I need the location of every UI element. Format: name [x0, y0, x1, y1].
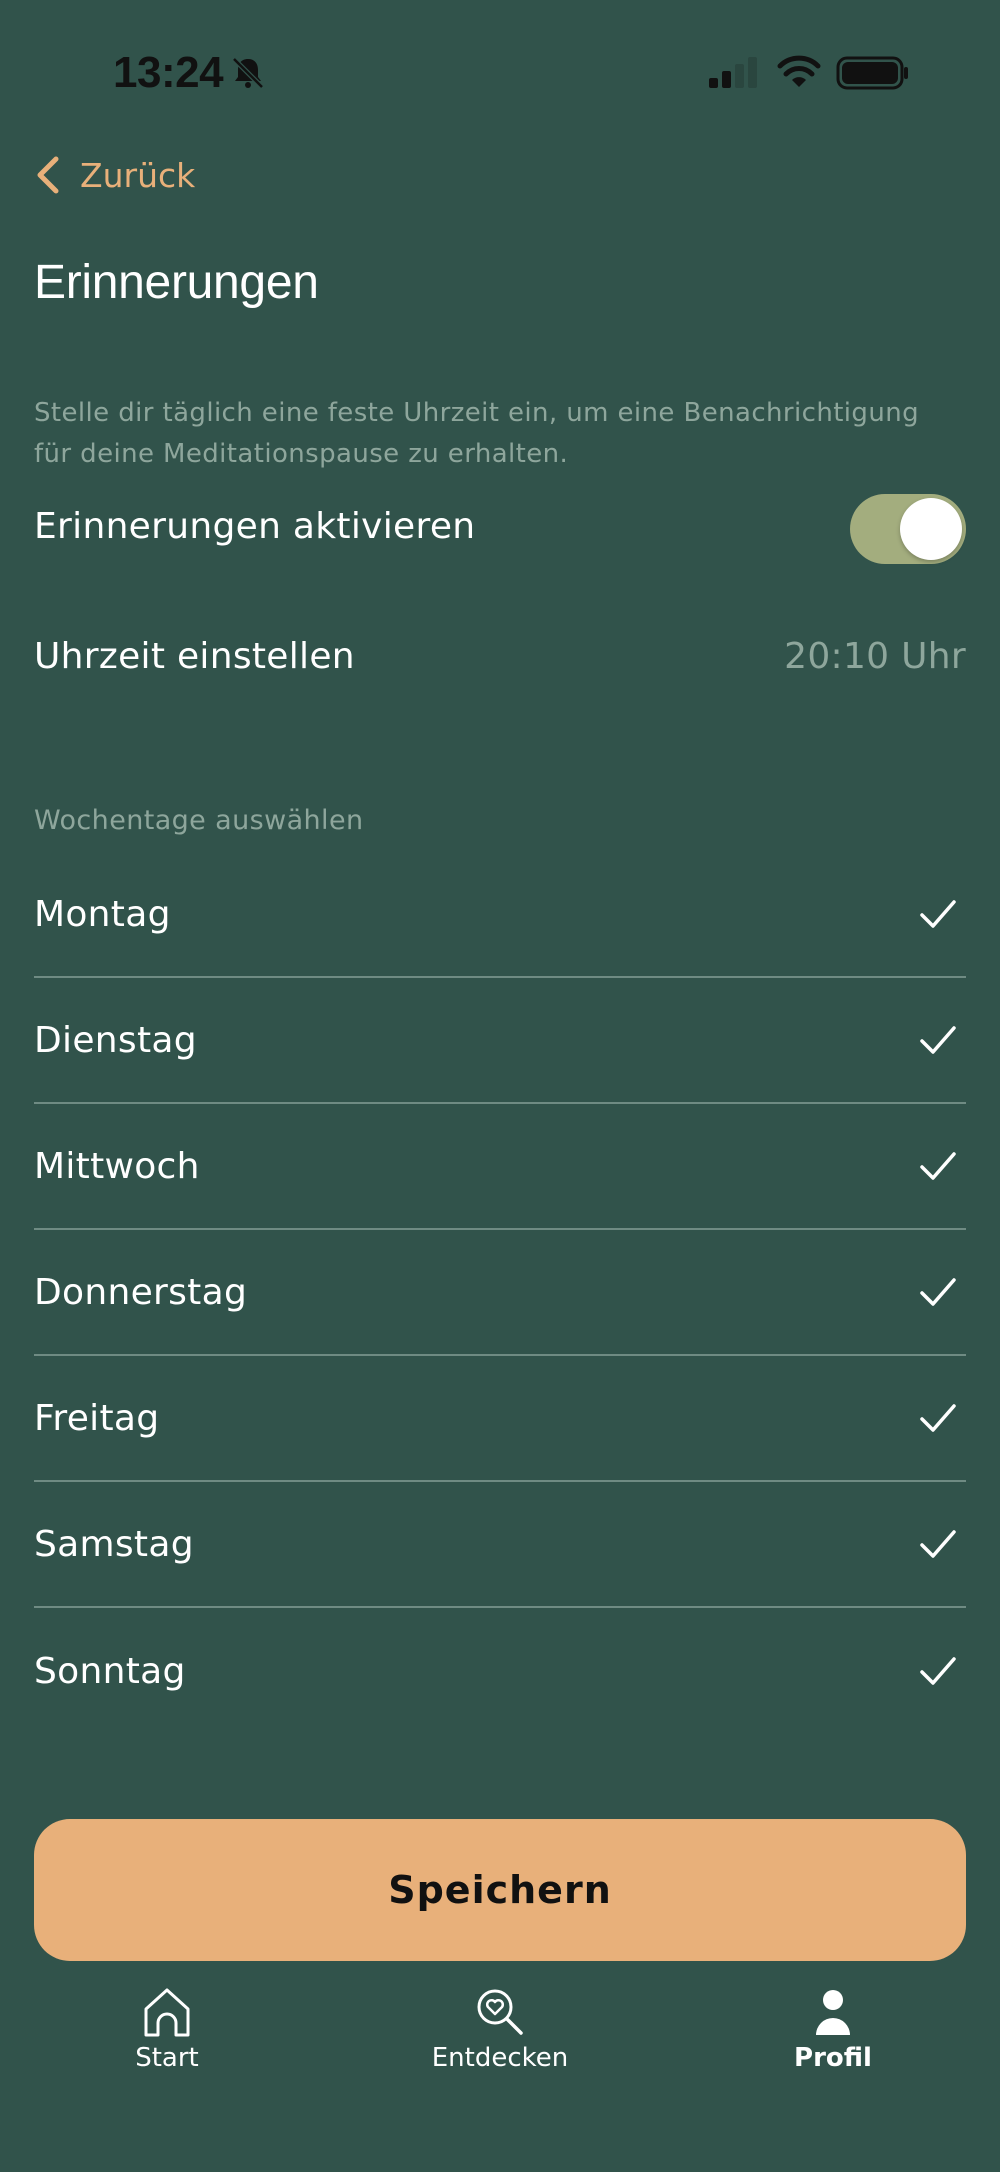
page-title: Erinnerungen	[34, 256, 319, 309]
home-icon	[144, 1988, 190, 2037]
checkmark-icon	[920, 1152, 956, 1180]
back-label: Zurück	[80, 155, 196, 195]
weekday-label: Samstag	[34, 1523, 194, 1565]
back-button[interactable]: Zurück	[34, 150, 195, 200]
checkmark-icon	[920, 1530, 956, 1558]
tab-label: Entdecken	[431, 2043, 569, 2073]
status-time: 13:24	[113, 48, 224, 97]
wifi-icon	[777, 55, 821, 87]
weekday-row-donnerstag[interactable]: Donnerstag	[34, 1230, 966, 1356]
discover-icon	[477, 1989, 523, 2035]
weekday-row-sonntag[interactable]: Sonntag	[34, 1608, 966, 1734]
page-description: Stelle dir täglich eine feste Uhrzeit ei…	[34, 398, 919, 469]
weekday-row-mittwoch[interactable]: Mittwoch	[34, 1104, 966, 1230]
enable-reminders-label: Erinnerungen aktivieren	[34, 506, 476, 547]
chevron-left-icon	[37, 156, 59, 194]
tab-profil[interactable]: Profil	[733, 1985, 933, 2073]
profile-icon	[816, 1990, 850, 2035]
weekday-label: Montag	[34, 893, 171, 935]
checkmark-icon	[920, 1026, 956, 1054]
set-time-label: Uhrzeit einstellen	[34, 636, 355, 677]
checkmark-icon	[920, 1404, 956, 1432]
weekdays-section-label: Wochentage auswählen	[34, 805, 364, 836]
weekday-label: Freitag	[34, 1397, 160, 1439]
battery-icon	[836, 56, 908, 90]
weekday-label: Sonntag	[34, 1650, 186, 1692]
cellular-signal-icon	[709, 57, 757, 88]
time-value[interactable]: 20:10 Uhr	[784, 636, 966, 677]
checkmark-icon	[920, 900, 956, 928]
weekday-row-samstag[interactable]: Samstag	[34, 1482, 966, 1608]
save-button[interactable]: Speichern	[34, 1819, 966, 1961]
weekday-row-dienstag[interactable]: Dienstag	[34, 978, 966, 1104]
weekday-row-montag[interactable]: Montag	[34, 852, 966, 978]
toggle-knob	[900, 498, 962, 560]
status-bar: 13:24	[0, 0, 1000, 150]
weekday-label: Dienstag	[34, 1019, 197, 1061]
checkmark-icon	[920, 1657, 956, 1685]
weekday-label: Mittwoch	[34, 1145, 200, 1187]
tab-start[interactable]: Start	[67, 1985, 267, 2073]
tab-label: Start	[135, 2043, 199, 2073]
weekday-row-freitag[interactable]: Freitag	[34, 1356, 966, 1482]
enable-reminders-toggle[interactable]	[850, 494, 966, 564]
weekday-label: Donnerstag	[34, 1271, 248, 1313]
weekday-list: Montag Dienstag Mittwoch Donnerstag Frei…	[34, 852, 966, 1734]
bell-muted-icon	[232, 57, 264, 89]
tab-bar: Start Entdecken Profil	[0, 1985, 1000, 2095]
checkmark-icon	[920, 1278, 956, 1306]
tab-label: Profil	[794, 2043, 872, 2073]
tab-entdecken[interactable]: Entdecken	[400, 1985, 600, 2073]
